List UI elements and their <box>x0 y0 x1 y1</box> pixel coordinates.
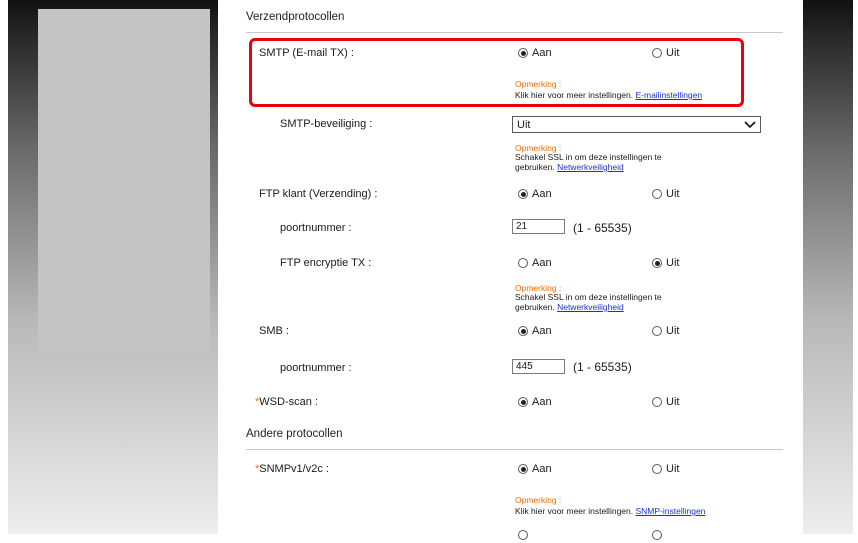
ftp-port-range: (1 - 65535) <box>573 221 632 235</box>
ftp-client-on-label: Aan <box>532 188 552 200</box>
partial-radio-icon-2[interactable] <box>652 530 662 540</box>
ftp-encryption-on-radio[interactable] <box>518 258 528 268</box>
left-edge <box>0 0 8 534</box>
smb-off-label: Uit <box>666 325 680 337</box>
ftp-encryption-note-line2: gebruiken. <box>515 302 555 312</box>
network-security-link[interactable]: Netwerkveiligheid <box>557 162 624 172</box>
next-row-radio-partial-2[interactable] <box>652 530 662 543</box>
ftp-port-label: poortnummer : <box>280 222 352 234</box>
wsd-scan-on-label: Aan <box>532 396 552 408</box>
smb-port-range: (1 - 65535) <box>573 360 632 374</box>
smtp-security-note-line1: Schakel SSL in om deze instellingen te <box>515 152 662 162</box>
ftp-encryption-note: Schakel SSL in om deze instellingen te g… <box>515 292 662 312</box>
smb-off-radio[interactable] <box>652 326 662 336</box>
wsd-scan-off-option[interactable]: Uit <box>652 396 679 408</box>
right-edge <box>853 0 858 534</box>
ftp-client-off-option[interactable]: Uit <box>652 188 679 200</box>
ftp-encryption-on-option[interactable]: Aan <box>518 257 552 269</box>
left-sidebar-panel <box>38 9 210 354</box>
ftp-client-off-label: Uit <box>666 188 680 200</box>
ftp-client-label: FTP klant (Verzending) : <box>259 188 378 200</box>
snmp-label: SNMPv1/v2c : <box>259 463 329 475</box>
section-divider <box>246 32 783 33</box>
ftp-client-on-option[interactable]: Aan <box>518 188 552 200</box>
smb-off-option[interactable]: Uit <box>652 325 679 337</box>
section-title-other-protocols: Andere protocollen <box>246 428 343 440</box>
chevron-down-icon <box>744 120 756 128</box>
smtp-security-note-line2: gebruiken. <box>515 162 555 172</box>
partial-radio-icon[interactable] <box>518 530 528 540</box>
network-security-link-2[interactable]: Netwerkveiligheid <box>557 302 624 312</box>
wsd-scan-off-label: Uit <box>666 396 680 408</box>
wsd-scan-on-option[interactable]: Aan <box>518 396 552 408</box>
smb-port-label: poortnummer : <box>280 362 352 374</box>
ftp-encryption-on-label: Aan <box>532 257 552 269</box>
smtp-security-select[interactable]: Uit <box>512 116 761 133</box>
ftp-port-input[interactable]: 21 <box>512 219 565 234</box>
wsd-scan-label-row: *WSD-scan : <box>255 396 318 408</box>
smtp-security-note: Schakel SSL in om deze instellingen te g… <box>515 152 662 172</box>
section-title-send-protocols: Verzendprotocollen <box>246 11 345 23</box>
snmp-note: Klik hier voor meer instellingen. SNMP-i… <box>515 506 705 516</box>
smb-on-radio[interactable] <box>518 326 528 336</box>
ftp-encryption-label: FTP encryptie TX : <box>280 257 372 269</box>
right-background <box>803 0 858 534</box>
snmp-label-row: *SNMPv1/v2c : <box>255 463 329 475</box>
wsd-scan-label: WSD-scan : <box>259 396 318 408</box>
ftp-client-off-radio[interactable] <box>652 189 662 199</box>
snmp-off-label: Uit <box>666 463 680 475</box>
wsd-scan-off-radio[interactable] <box>652 397 662 407</box>
smtp-security-label: SMTP-beveiliging : <box>280 118 373 130</box>
snmp-on-label: Aan <box>532 463 552 475</box>
snmp-settings-link[interactable]: SNMP-instellingen <box>635 506 705 516</box>
snmp-off-option[interactable]: Uit <box>652 463 679 475</box>
snmp-note-title: Opmerking : <box>515 495 562 505</box>
smb-on-option[interactable]: Aan <box>518 325 552 337</box>
ftp-encryption-off-option[interactable]: Uit <box>652 257 679 269</box>
smtp-security-value: Uit <box>517 118 531 131</box>
smb-label: SMB : <box>259 325 289 337</box>
ftp-encryption-note-line1: Schakel SSL in om deze instellingen te <box>515 292 662 302</box>
snmp-on-option[interactable]: Aan <box>518 463 552 475</box>
ftp-encryption-off-label: Uit <box>666 257 680 269</box>
wsd-scan-on-radio[interactable] <box>518 397 528 407</box>
smtp-highlight-box <box>249 38 744 107</box>
ftp-encryption-off-radio[interactable] <box>652 258 662 268</box>
snmp-note-text: Klik hier voor meer instellingen. <box>515 506 634 516</box>
next-row-radio-partial[interactable] <box>518 530 528 543</box>
snmp-on-radio[interactable] <box>518 464 528 474</box>
smb-on-label: Aan <box>532 325 552 337</box>
snmp-off-radio[interactable] <box>652 464 662 474</box>
smb-port-input[interactable]: 445 <box>512 359 565 374</box>
ftp-client-on-radio[interactable] <box>518 189 528 199</box>
section-divider-2 <box>246 449 783 450</box>
